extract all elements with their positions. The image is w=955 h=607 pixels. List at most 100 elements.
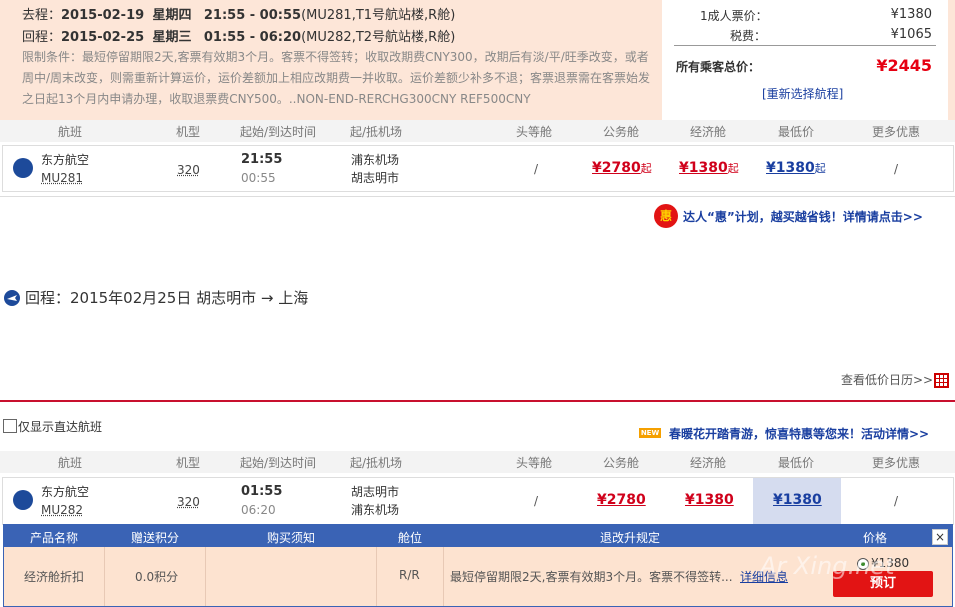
inbound-label: 回程： (22, 30, 62, 45)
tax-amount: ¥1065 (890, 27, 932, 42)
product-name: 经济舱折扣 (24, 570, 85, 584)
total-label: 所有乘客总价： (676, 60, 761, 74)
col-model: 机型 (176, 125, 201, 139)
cell-cabin: R/R (377, 547, 444, 606)
departure-airport: 浦东机场 (351, 153, 400, 167)
outbound-date: 2015-02-19 (61, 8, 145, 23)
col-price: 价格 (863, 531, 888, 545)
economy-qi: 起 (727, 162, 739, 175)
inbound-weekday: 星期三 (152, 30, 192, 45)
china-eastern-logo-icon (13, 490, 33, 510)
col-more: 更多优惠 (872, 456, 921, 470)
flight-number[interactable]: MU281 (41, 171, 83, 185)
outbound-time: 21:55 - 00:55 (203, 8, 302, 23)
arrival-time: 06:20 (241, 503, 276, 517)
col-economy[interactable]: 经济舱 (690, 123, 726, 140)
col-model: 机型 (176, 456, 201, 470)
cabin-value: R/R (399, 568, 420, 582)
col-time[interactable]: 起始/到达时间 (240, 123, 316, 140)
lowest-price[interactable]: ¥1380起 (766, 160, 826, 176)
cell-notice (206, 547, 377, 606)
points-value: 0.0积分 (135, 570, 179, 584)
inbound-time: 01:55 - 06:20 (203, 30, 302, 45)
col-airport: 起/抵机场 (350, 125, 403, 139)
col-cabin: 舱位 (398, 531, 423, 545)
col-business[interactable]: 公务舱 (603, 123, 639, 140)
plane-icon (4, 290, 20, 306)
china-eastern-logo-icon (13, 158, 33, 178)
col-product: 产品名称 (30, 531, 79, 545)
outbound-trip: 去程：2015-02-19 星期四 21:55 - 00:55(MU281,T1… (22, 4, 455, 23)
cell-product: 经济舱折扣 (4, 547, 105, 606)
arrival-airport: 浦东机场 (351, 503, 400, 517)
airline-name: 东方航空 (41, 153, 90, 167)
economy-price-value: ¥1380 (679, 160, 728, 176)
col-lowest[interactable]: 最低价 (778, 123, 814, 140)
direct-only-label[interactable]: 仅显示直达航班 (18, 418, 102, 435)
outbound-label: 去程： (22, 8, 62, 23)
calendar-icon[interactable] (934, 373, 949, 388)
section-divider (0, 400, 955, 402)
adult-price-label: 1成人票价： (700, 9, 768, 23)
low-price-calendar-link[interactable]: 查看低价日历>> (841, 371, 933, 388)
col-first[interactable]: 头等舱 (516, 454, 552, 471)
col-rules: 退改升规定 (600, 531, 661, 545)
direct-only-checkbox[interactable] (3, 419, 17, 433)
col-time[interactable]: 起始/到达时间 (240, 454, 316, 471)
promo-spring-link[interactable]: 春暖花开踏青游，惊喜特惠等您来！活动详情>> (669, 425, 929, 442)
inbound-trip: 回程：2015-02-25 星期三 01:55 - 06:20(MU282,T2… (22, 26, 455, 45)
more-offers: / (894, 162, 899, 176)
return-title: 回程：2015年02月25日 胡志明市 → 上海 (25, 289, 309, 307)
total-price: ¥2445 (876, 56, 932, 75)
arrival-time: 00:55 (241, 171, 276, 185)
col-notice: 购买须知 (267, 531, 316, 545)
fare-panel-header: 产品名称 赠送积分 购买须知 舱位 退改升规定 价格 × (4, 525, 952, 547)
inbound-detail: (MU282,T2号航站楼,R舱) (301, 30, 456, 45)
outbound-detail: (MU281,T1号航站楼,R舱) (301, 8, 456, 23)
airline-name: 东方航空 (41, 485, 90, 499)
outbound-weekday: 星期四 (152, 8, 192, 23)
watermark: Ar Xing.net (760, 552, 895, 580)
col-flight: 航班 (58, 456, 83, 470)
departure-airport: 胡志明市 (351, 485, 400, 499)
col-economy[interactable]: 经济舱 (690, 454, 726, 471)
first-class-price: / (534, 494, 539, 508)
first-class-price: / (534, 162, 539, 176)
economy-price[interactable]: ¥1380起 (679, 160, 739, 176)
aircraft-model[interactable]: 320 (177, 163, 200, 177)
adult-price: ¥1380 (890, 7, 932, 22)
flight-row-mu282[interactable]: 东方航空 MU282 320 01:55 06:20 胡志明市 浦东机场 / ¥… (2, 477, 954, 525)
reselect-link[interactable]: [重新选择航程] (762, 85, 843, 102)
tax-label: 税费： (730, 29, 767, 43)
close-icon[interactable]: × (932, 529, 948, 545)
lowest-price-value: ¥1380 (766, 160, 815, 176)
col-lowest[interactable]: 最低价 (778, 454, 814, 471)
business-qi: 起 (640, 162, 652, 175)
col-flight: 航班 (58, 125, 83, 139)
flight-row-mu281[interactable]: 东方航空 MU281 320 21:55 00:55 浦东机场 胡志明市 / ¥… (2, 145, 954, 192)
daren-plan-icon: 惠 (654, 204, 678, 228)
business-price[interactable]: ¥2780 (597, 492, 646, 508)
col-airport: 起/抵机场 (350, 456, 403, 470)
economy-price[interactable]: ¥1380 (685, 492, 734, 508)
flight-number[interactable]: MU282 (41, 503, 83, 517)
cell-points: 0.0积分 (105, 547, 206, 606)
business-price[interactable]: ¥2780起 (592, 160, 652, 176)
col-business[interactable]: 公务舱 (603, 454, 639, 471)
return-table-header: 航班 机型 起始/到达时间 起/抵机场 头等舱 公务舱 经济舱 最低价 更多优惠 (0, 451, 955, 473)
rules-value: 最短停留期限2天,客票有效期3个月。客票不得签转... (450, 570, 733, 584)
col-points: 赠送积分 (131, 531, 180, 545)
col-first[interactable]: 头等舱 (516, 123, 552, 140)
aircraft-model[interactable]: 320 (177, 495, 200, 509)
flight-table-header: 航班 机型 起始/到达时间 起/抵机场 头等舱 公务舱 经济舱 最低价 更多优惠 (0, 120, 955, 142)
business-price-value: ¥2780 (592, 160, 641, 176)
col-more: 更多优惠 (872, 125, 921, 139)
lowest-price[interactable]: ¥1380 (773, 492, 822, 508)
fare-rules-text: 限制条件：最短停留期限2天,客票有效期3个月。客票不得签转；收取改期费CNY30… (22, 50, 651, 106)
price-divider (674, 45, 936, 46)
new-badge: NEW (639, 428, 661, 438)
inbound-date: 2015-02-25 (61, 30, 145, 45)
departure-time: 01:55 (241, 484, 283, 499)
more-offers: / (894, 494, 899, 508)
promo-daren-link[interactable]: 达人“惠”计划，越买越省钱！详情请点击>> (683, 208, 923, 225)
